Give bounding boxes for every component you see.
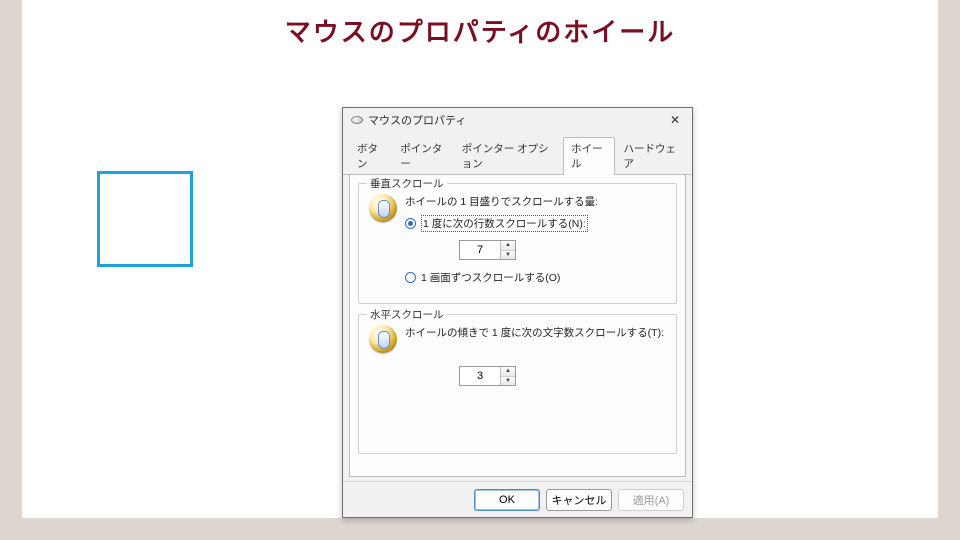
mouse-icon xyxy=(351,116,363,124)
radio-screen-label: 1 画面ずつスクロールする(O) xyxy=(421,270,560,285)
page-title: マウスのプロパティのホイール xyxy=(22,12,938,49)
decorative-blue-square xyxy=(97,171,193,267)
tab-pointer-options[interactable]: ポインター オプション xyxy=(454,137,563,175)
chars-spin-up-icon[interactable]: ▲ xyxy=(501,367,515,377)
group-horizontal-scroll: 水平スクロール ホイールの傾きで 1 度に次の文字数スクロールする(T): ▲ … xyxy=(358,314,677,454)
group-vertical-scroll: 垂直スクロール ホイールの 1 目盛りでスクロールする量: 1 度に次の行数スク… xyxy=(358,183,677,304)
wheel-icon xyxy=(369,325,397,353)
vertical-desc: ホイールの 1 目盛りでスクロールする量: xyxy=(405,194,666,209)
lines-spin-down-icon[interactable]: ▼ xyxy=(501,251,515,260)
close-icon[interactable]: ✕ xyxy=(664,111,686,129)
ok-button[interactable]: OK xyxy=(474,489,540,511)
horizontal-desc: ホイールの傾きで 1 度に次の文字数スクロールする(T): xyxy=(405,325,666,340)
tab-wheel[interactable]: ホイール xyxy=(563,137,615,175)
radio-lines[interactable] xyxy=(405,218,416,229)
lines-spin-up-icon[interactable]: ▲ xyxy=(501,241,515,251)
chars-spin-buttons: ▲ ▼ xyxy=(500,367,515,385)
group-horizontal-legend: 水平スクロール xyxy=(367,307,447,322)
tab-body-wheel: 垂直スクロール ホイールの 1 目盛りでスクロールする量: 1 度に次の行数スク… xyxy=(349,175,686,477)
dialog-footer: OK キャンセル 適用(A) xyxy=(343,481,692,517)
cancel-button[interactable]: キャンセル xyxy=(546,489,612,511)
chars-spin-down-icon[interactable]: ▼ xyxy=(501,377,515,386)
wheel-icon xyxy=(369,194,397,222)
chars-input[interactable] xyxy=(460,367,500,385)
tab-buttons[interactable]: ボタン xyxy=(349,137,392,175)
lines-spin-buttons: ▲ ▼ xyxy=(500,241,515,259)
radio-lines-label: 1 度に次の行数スクロールする(N): xyxy=(421,215,588,232)
dialog-title: マウスのプロパティ xyxy=(368,112,664,128)
chars-spinner[interactable]: ▲ ▼ xyxy=(459,366,516,386)
lines-spinner[interactable]: ▲ ▼ xyxy=(459,240,516,260)
mouse-properties-dialog: マウスのプロパティ ✕ ボタン ポインター ポインター オプション ホイール ハ… xyxy=(342,107,693,518)
lines-input[interactable] xyxy=(460,241,500,259)
radio-screen-row[interactable]: 1 画面ずつスクロールする(O) xyxy=(405,270,666,285)
titlebar[interactable]: マウスのプロパティ ✕ xyxy=(343,108,692,132)
radio-lines-row[interactable]: 1 度に次の行数スクロールする(N): xyxy=(405,215,666,232)
group-vertical-legend: 垂直スクロール xyxy=(367,176,447,191)
radio-screen[interactable] xyxy=(405,272,416,283)
tab-hardware[interactable]: ハードウェア xyxy=(615,137,686,175)
tab-pointer[interactable]: ポインター xyxy=(392,137,453,175)
page-canvas: マウスのプロパティのホイール マウスのプロパティ ✕ ボタン ポインター ポイン… xyxy=(22,0,938,518)
apply-button[interactable]: 適用(A) xyxy=(618,489,684,511)
tabstrip: ボタン ポインター ポインター オプション ホイール ハードウェア xyxy=(343,132,692,175)
